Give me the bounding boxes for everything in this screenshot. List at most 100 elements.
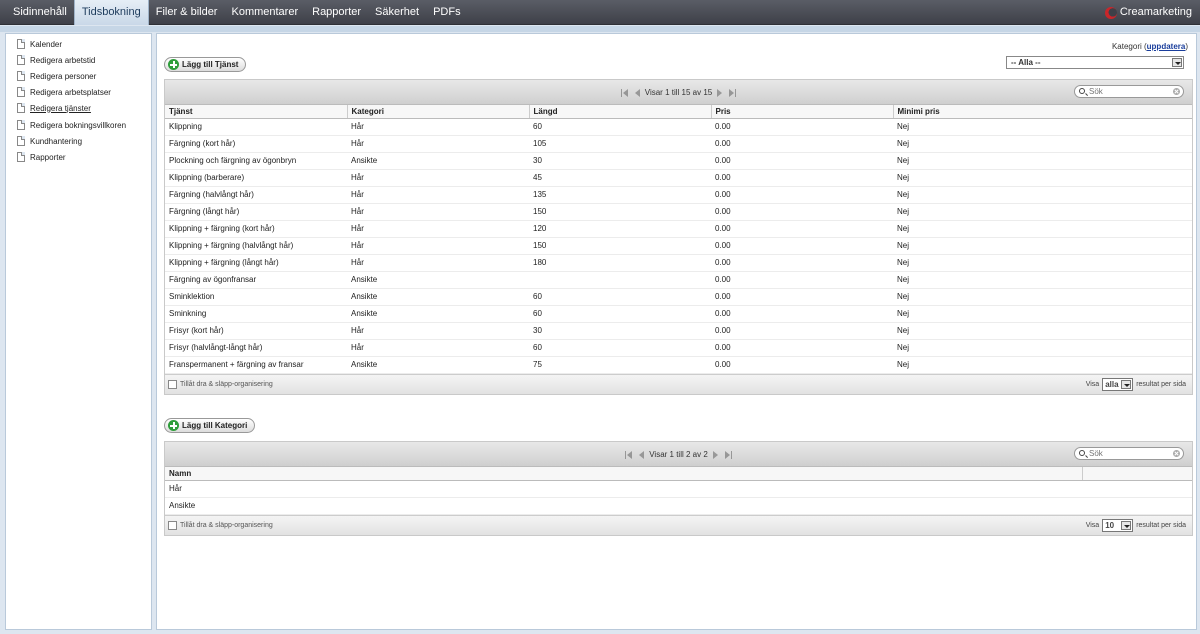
sidebar-item-label: Redigera arbetsplatser <box>30 87 111 97</box>
categories-search-input[interactable] <box>1089 449 1169 458</box>
column-header-tjanst[interactable]: Tjänst <box>165 105 348 119</box>
tab-kommentarer[interactable]: Kommentarer <box>224 0 305 25</box>
services-search[interactable] <box>1074 85 1184 98</box>
prev-page-icon[interactable] <box>633 88 641 97</box>
column-header-pris[interactable]: Pris <box>711 105 894 119</box>
per-page-prefix: Visa <box>1085 521 1100 529</box>
nav-tabs: Sidinnehåll Tidsbokning Filer & bilder Komm… <box>6 0 468 25</box>
drag-drop-toggle[interactable]: Tillåt dra & släpp-organisering <box>168 379 273 389</box>
table-cell: Färgning av ögonfransar <box>165 271 347 289</box>
tab-filer-bilder[interactable]: Filer & bilder <box>149 0 225 25</box>
table-cell: Nej <box>893 237 1192 255</box>
clear-search-icon[interactable] <box>1173 450 1180 457</box>
table-cell: Sminkning <box>165 305 347 323</box>
table-row[interactable]: Färgning (långt hår) Hår 150 0.00 Nej <box>165 203 1192 221</box>
table-cell: 180 <box>529 254 711 272</box>
column-header-namn[interactable]: Namn <box>165 467 1083 481</box>
table-cell: 0.00 <box>711 288 893 306</box>
table-row[interactable]: Sminkning Ansikte 60 0.00 Nej <box>165 305 1192 323</box>
chevron-down-icon[interactable] <box>1172 58 1182 67</box>
chevron-down-icon[interactable] <box>1121 520 1132 530</box>
per-page-control: Visa 10 resultat per sida <box>1085 518 1186 532</box>
drag-drop-checkbox[interactable] <box>168 379 177 389</box>
table-cell: Hår <box>347 135 529 153</box>
table-cell: 75 <box>529 356 711 374</box>
tab-sidinnehall[interactable]: Sidinnehåll <box>6 0 74 25</box>
column-header-langd[interactable]: Längd <box>529 105 712 119</box>
first-page-icon[interactable] <box>620 88 629 97</box>
table-cell: Hår <box>347 339 529 357</box>
table-cell <box>529 271 711 289</box>
services-table: Tjänst Kategori Längd Pris Minimi pris Klipp… <box>165 105 1192 374</box>
last-page-icon[interactable] <box>728 88 737 97</box>
table-cell: 60 <box>529 305 711 323</box>
table-row[interactable]: Klippning + färgning (långt hår) Hår 180 0.… <box>165 254 1192 272</box>
table-row[interactable]: Frisyr (halvlångt-långt hår) Hår 60 0.00 Nej <box>165 339 1192 357</box>
table-cell: 60 <box>529 339 711 357</box>
table-row[interactable]: Färgning av ögonfransar Ansikte 0.00 Nej <box>165 271 1192 289</box>
document-icon <box>17 103 25 113</box>
table-row[interactable]: Klippning + färgning (halvlångt hår) Hår 1… <box>165 237 1192 255</box>
per-page-select[interactable]: alla <box>1102 377 1134 391</box>
table-row[interactable]: Frisyr (kort hår) Hår 30 0.00 Nej <box>165 322 1192 340</box>
sidebar-item-redigera-arbetstid[interactable]: Redigera arbetstid <box>17 53 95 67</box>
document-icon <box>17 152 25 162</box>
tab-rapporter[interactable]: Rapporter <box>305 0 368 25</box>
first-page-icon[interactable] <box>625 450 633 459</box>
add-category-button[interactable]: Lägg till Kategori <box>164 418 256 433</box>
category-select[interactable]: -- Alla -- <box>1006 56 1184 69</box>
sidebar-item-redigera-personer[interactable]: Redigera personer <box>17 69 96 83</box>
categories-search[interactable] <box>1074 447 1184 460</box>
tab-pdfs[interactable]: PDFs <box>426 0 468 25</box>
tab-tidsbokning[interactable]: Tidsbokning <box>73 0 149 25</box>
column-header-kategori[interactable]: Kategori <box>347 105 530 119</box>
next-page-icon[interactable] <box>716 88 724 97</box>
table-row[interactable]: Ansikte <box>165 497 1192 515</box>
next-page-icon[interactable] <box>712 450 720 459</box>
services-search-input[interactable] <box>1089 87 1169 96</box>
chevron-down-icon[interactable] <box>1121 379 1132 389</box>
search-icon <box>1079 450 1085 456</box>
prev-page-icon[interactable] <box>637 450 645 459</box>
brand-name: Creamarketing <box>1119 6 1192 18</box>
table-row[interactable]: Franspermanent + färgning av fransar Ansi… <box>165 356 1192 374</box>
categories-toolbar: Visar 1 till 2 av 2 <box>165 442 1192 467</box>
add-service-button[interactable]: Lägg till Tjänst <box>164 57 247 72</box>
table-row[interactable]: Hår <box>165 480 1192 498</box>
table-row[interactable]: Klippning Hår 60 0.00 Nej <box>165 118 1192 136</box>
table-cell: Nej <box>893 186 1192 204</box>
table-row[interactable]: Färgning (kort hår) Hår 105 0.00 Nej <box>165 135 1192 153</box>
table-cell: Nej <box>893 288 1192 306</box>
last-page-icon[interactable] <box>724 450 732 459</box>
table-cell: Färgning (kort hår) <box>165 135 347 153</box>
sidebar-item-redigera-tjanster[interactable]: Redigera tjänster <box>17 101 91 115</box>
drag-drop-toggle[interactable]: Tillåt dra & släpp-organisering <box>168 520 273 530</box>
categories-table: Namn Hår Ansikte <box>165 467 1192 515</box>
sidebar-item-redigera-bokningsvillkoren[interactable]: Redigera bokningsvillkoren <box>17 118 126 132</box>
sidebar-item-kalender[interactable]: Kalender <box>17 37 62 51</box>
table-cell: Nej <box>893 254 1192 272</box>
table-cell: Ansikte <box>347 152 529 170</box>
table-row[interactable]: Färgning (halvlångt hår) Hår 135 0.00 Nej <box>165 186 1192 204</box>
sidebar-item-redigera-arbetsplatser[interactable]: Redigera arbetsplatser <box>17 85 111 99</box>
table-cell: 60 <box>529 288 711 306</box>
table-cell: Frisyr (halvlångt-långt hår) <box>165 339 347 357</box>
table-row[interactable]: Plockning och färgning av ögonbryn Ansikt… <box>165 152 1192 170</box>
sidebar-item-kundhantering[interactable]: Kundhantering <box>17 134 82 148</box>
table-cell: 0.00 <box>711 135 893 153</box>
table-row[interactable]: Klippning (barberare) Hår 45 0.00 Nej <box>165 169 1192 187</box>
add-service-label: Lägg till Tjänst <box>182 60 239 69</box>
table-cell: 135 <box>529 186 711 204</box>
drag-drop-checkbox[interactable] <box>168 520 177 530</box>
update-link[interactable]: uppdatera <box>1147 42 1186 51</box>
sidebar-item-rapporter[interactable]: Rapporter <box>17 150 66 164</box>
categories-pager: Visar 1 till 2 av 2 <box>165 442 1192 467</box>
per-page-select[interactable]: 10 <box>1102 518 1134 532</box>
table-cell: 0.00 <box>711 152 893 170</box>
table-row[interactable]: Sminklektion Ansikte 60 0.00 Nej <box>165 288 1192 306</box>
table-row[interactable]: Klippning + färgning (kort hår) Hår 120 0.0… <box>165 220 1192 238</box>
clear-search-icon[interactable] <box>1173 88 1180 95</box>
table-cell: Färgning (långt hår) <box>165 203 347 221</box>
tab-sakerhet[interactable]: Säkerhet <box>368 0 426 25</box>
column-header-minimi-pris[interactable]: Minimi pris <box>893 105 1192 119</box>
